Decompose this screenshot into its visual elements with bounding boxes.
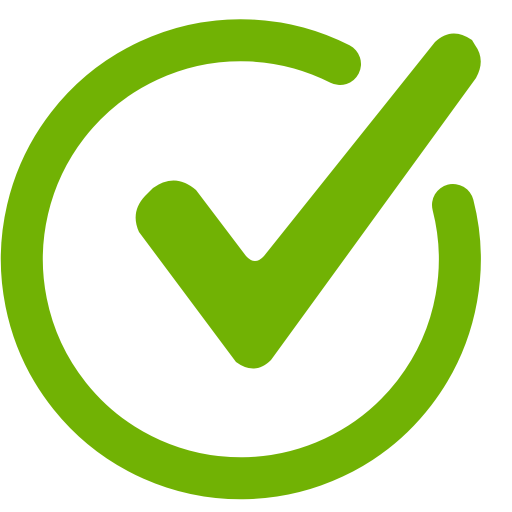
check-circle-graphic (0, 19, 481, 500)
check-circle-icon (0, 0, 512, 512)
check-mark (135, 33, 481, 369)
